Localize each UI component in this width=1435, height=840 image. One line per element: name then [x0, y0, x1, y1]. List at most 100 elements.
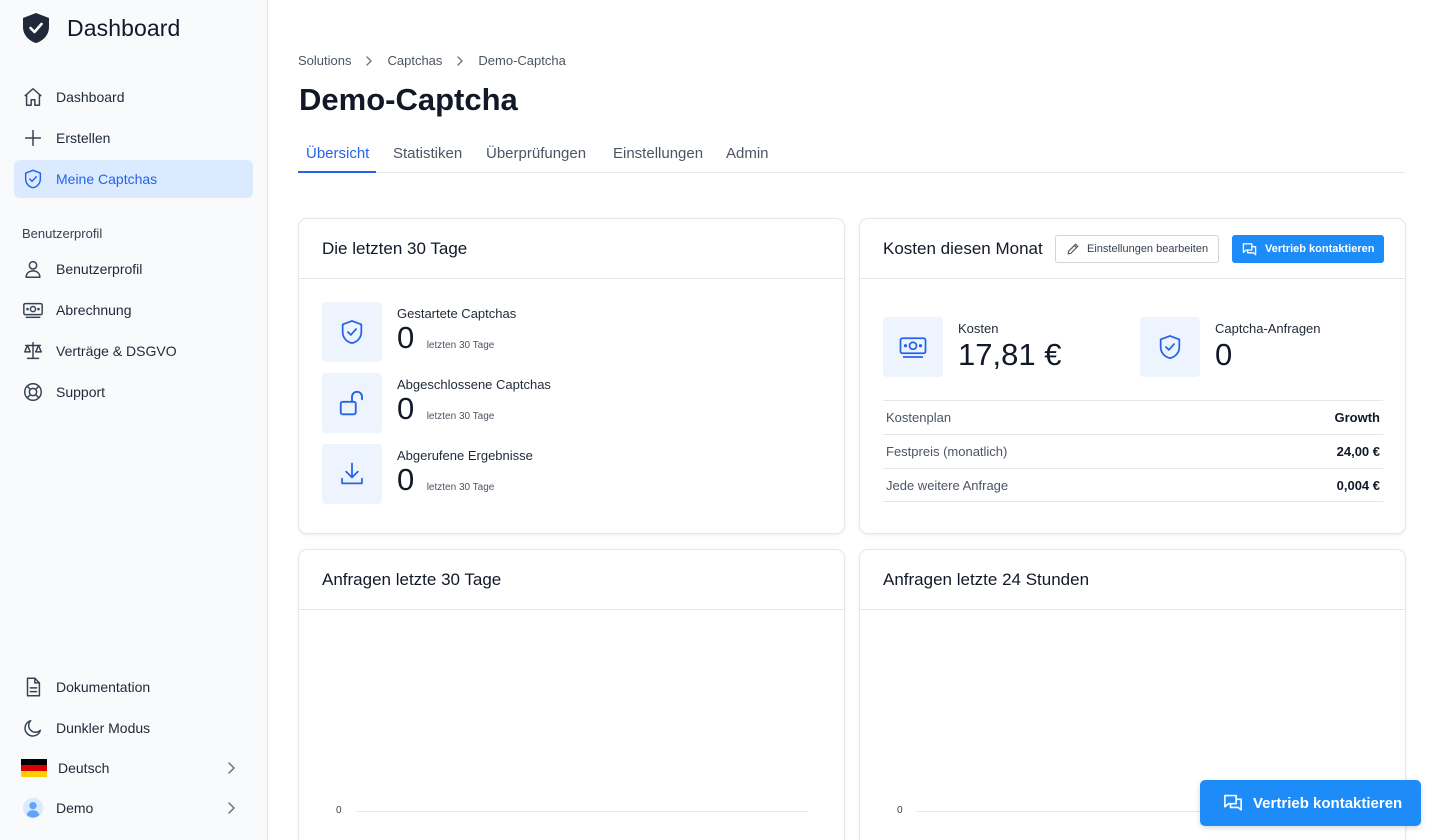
sidebar-item-vertraege[interactable]: Verträge & DSGVO [14, 332, 253, 370]
breadcrumb: Solutions Captchas Demo-Captcha [298, 53, 566, 68]
sidebar-item-label: Dokumentation [56, 679, 151, 695]
stat-sub: letzten 30 Tage [426, 482, 495, 493]
stat-value: 0 [397, 320, 415, 355]
tab-uebersicht[interactable]: Übersicht [298, 138, 377, 173]
plan-key: Kostenplan [886, 410, 952, 425]
shield-check-icon [322, 302, 382, 362]
sidebar-item-erstellen[interactable]: Erstellen [14, 119, 253, 157]
card-title: Anfragen letzte 30 Tage [299, 550, 844, 610]
sidebar-item-label: Dashboard [56, 89, 125, 105]
sidebar-item-label: Demo [56, 800, 94, 816]
sidebar-item-label: Support [56, 384, 106, 400]
floating-contact-label: Vertrieb kontaktieren [1253, 794, 1403, 812]
home-icon [22, 86, 44, 108]
scale-icon [22, 340, 44, 362]
stat-value: 0 [397, 391, 415, 426]
stat-completed: Abgeschlossene Captchas 0 letzten 30 Tag… [322, 373, 551, 433]
breadcrumb-item-current[interactable]: Demo-Captcha [478, 53, 565, 68]
shield-logo-icon [23, 13, 49, 43]
card-header: Kosten diesen Monat Einstellungen bearbe… [860, 219, 1405, 279]
card-costs: Kosten diesen Monat Einstellungen bearbe… [859, 218, 1406, 534]
plan-key: Jede weitere Anfrage [886, 477, 1009, 493]
stat-label: Abgeschlossene Captchas [397, 377, 551, 392]
avatar-icon [22, 797, 44, 819]
chevron-right-icon [457, 55, 464, 66]
unlock-icon [322, 373, 382, 433]
y-axis-tick: 0 [897, 805, 903, 816]
chat-icon [1224, 794, 1242, 811]
moon-icon [22, 717, 44, 739]
table-row: Jede weitere Anfrage 0,004 € [883, 468, 1383, 502]
card-title: Anfragen letzte 24 Stunden [860, 550, 1405, 610]
tab-admin[interactable]: Admin [726, 138, 769, 173]
tab-ueberpruefungen[interactable]: Überprüfungen [486, 138, 586, 173]
stat-value: 0 [397, 462, 415, 497]
sidebar-item-label: Dunkler Modus [56, 720, 151, 736]
sidebar-item-user[interactable]: Demo [14, 789, 253, 827]
sidebar-item-language[interactable]: Deutsch [14, 749, 253, 787]
edit-settings-label: Einstellungen bearbeiten [1087, 243, 1209, 255]
sidebar-item-benutzerprofil[interactable]: Benutzerprofil [14, 250, 253, 288]
table-row: Festpreis (monatlich) 24,00 € [883, 434, 1383, 468]
stat-results: Abgerufene Ergebnisse 0 letzten 30 Tage [322, 444, 533, 504]
tab-bar: Übersicht Statistiken Überprüfungen Eins… [298, 138, 1405, 173]
stat-started: Gestartete Captchas 0 letzten 30 Tage [322, 302, 516, 362]
pencil-icon [1067, 243, 1079, 255]
sidebar-item-label: Verträge & DSGVO [56, 343, 177, 359]
cost-label: Kosten [958, 321, 999, 336]
money-icon [883, 317, 943, 377]
captcha-requests: Captcha-Anfragen 0 [1140, 317, 1321, 377]
sidebar-item-support[interactable]: Support [14, 373, 253, 411]
stat-label: Gestartete Captchas [397, 306, 517, 321]
breadcrumb-item-solutions[interactable]: Solutions [298, 53, 351, 68]
stat-sub: letzten 30 Tage [426, 411, 495, 422]
sidebar-item-abrechnung[interactable]: Abrechnung [14, 291, 253, 329]
chevron-right-icon [366, 55, 373, 66]
breadcrumb-item-captchas[interactable]: Captchas [387, 53, 442, 68]
sidebar-item-label: Abrechnung [56, 302, 132, 318]
document-icon [22, 676, 44, 698]
lifebuoy-icon [22, 381, 44, 403]
shield-check-icon [1140, 317, 1200, 377]
requests-value: 0 [1215, 337, 1233, 372]
plus-icon [22, 127, 44, 149]
table-row: Kostenplan Growth [883, 400, 1383, 434]
plan-key: Festpreis (monatlich) [886, 444, 1008, 459]
app-title: Dashboard [67, 14, 181, 41]
sidebar-item-label: Benutzerprofil [56, 261, 143, 277]
sidebar: Dashboard Dashboard Erstellen Meine Capt… [0, 0, 268, 840]
stat-label: Abgerufene Ergebnisse [397, 448, 533, 463]
sidebar-item-label: Erstellen [56, 130, 111, 146]
sidebar-item-label: Meine Captchas [56, 171, 158, 187]
stat-sub: letzten 30 Tage [426, 340, 495, 351]
sidebar-item-meine-captchas[interactable]: Meine Captchas [14, 160, 253, 198]
contact-sales-button[interactable]: Vertrieb kontaktieren [1232, 235, 1385, 263]
card-requests-30-days: Anfragen letzte 30 Tage 0 [298, 549, 845, 840]
edit-settings-button[interactable]: Einstellungen bearbeiten [1055, 235, 1220, 263]
floating-contact-sales-button[interactable]: Vertrieb kontaktieren [1200, 780, 1421, 826]
sidebar-item-dokumentation[interactable]: Dokumentation [14, 668, 253, 706]
page-title: Demo-Captcha [299, 82, 518, 117]
sidebar-item-dark-mode[interactable]: Dunkler Modus [14, 709, 253, 747]
plan-value: 24,00 € [1336, 444, 1380, 459]
plan-value: Growth [1334, 410, 1381, 425]
plan-table: Kostenplan Growth Festpreis (monatlich) … [883, 400, 1383, 502]
cost-value: 17,81 € [958, 337, 1062, 372]
logo[interactable]: Dashboard [22, 12, 180, 44]
chat-icon [1242, 242, 1257, 255]
y-axis-tick: 0 [336, 805, 342, 816]
chart-baseline [356, 811, 808, 812]
tab-einstellungen[interactable]: Einstellungen [613, 138, 703, 173]
tab-statistiken[interactable]: Statistiken [393, 138, 462, 173]
chevron-right-icon [228, 762, 235, 774]
sidebar-item-dashboard[interactable]: Dashboard [14, 78, 253, 116]
card-title: Kosten diesen Monat [883, 238, 1043, 258]
cost-total: Kosten 17,81 € [883, 317, 1061, 377]
card-title: Die letzten 30 Tage [299, 219, 844, 279]
money-icon [22, 299, 44, 321]
flag-de-icon [21, 759, 47, 777]
plan-value: 0,004 € [1336, 477, 1380, 493]
download-icon [322, 444, 382, 504]
user-icon [22, 258, 44, 280]
sidebar-item-label: Deutsch [58, 760, 110, 776]
